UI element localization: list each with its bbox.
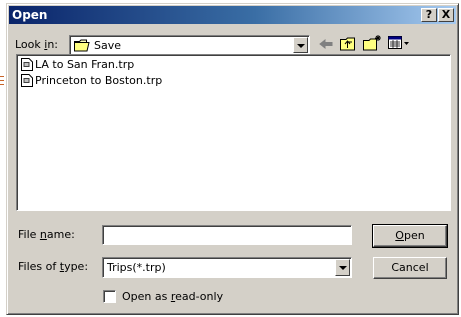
view-menu-icon[interactable] (388, 36, 410, 50)
back-icon[interactable] (319, 38, 333, 50)
up-folder-icon[interactable] (340, 36, 357, 51)
help-button[interactable]: ? (421, 8, 437, 22)
read-only-checkbox[interactable] (103, 290, 116, 303)
trip-file-icon (21, 58, 33, 71)
look-in-dropdown-button[interactable] (293, 37, 308, 53)
close-button[interactable]: X (438, 8, 454, 22)
read-only-label[interactable]: Open as read-only (122, 290, 223, 303)
trip-file-icon (21, 74, 33, 87)
new-folder-icon[interactable] (363, 34, 383, 51)
folder-icon (74, 39, 90, 52)
file-name-input[interactable] (102, 225, 352, 245)
open-dialog: Open ? X Look in: Save LA to San Fran.tr… (6, 3, 459, 315)
title-bar[interactable]: Open ? X (9, 6, 456, 24)
window-title: Open (12, 8, 48, 22)
file-name: LA to San Fran.trp (35, 58, 135, 71)
background-marker (0, 76, 4, 88)
chevron-down-icon (339, 266, 347, 270)
open-button[interactable]: Open (372, 224, 448, 248)
look-in-value: Save (94, 39, 122, 52)
file-type-dropdown[interactable]: Trips(*.trp) (102, 257, 352, 278)
file-list[interactable]: LA to San Fran.trp Princeton to Boston.t… (16, 54, 451, 211)
file-name: Princeton to Boston.trp (35, 74, 163, 87)
chevron-down-icon (297, 44, 305, 48)
look-in-dropdown[interactable]: Save (69, 35, 310, 55)
cancel-button[interactable]: Cancel (373, 257, 447, 279)
file-type-value: Trips(*.trp) (107, 261, 166, 274)
look-in-label: Look in: (15, 38, 59, 51)
file-name-label: File name: (18, 228, 75, 241)
file-type-dropdown-button[interactable] (335, 259, 350, 276)
file-type-label: Files of type: (18, 260, 89, 273)
